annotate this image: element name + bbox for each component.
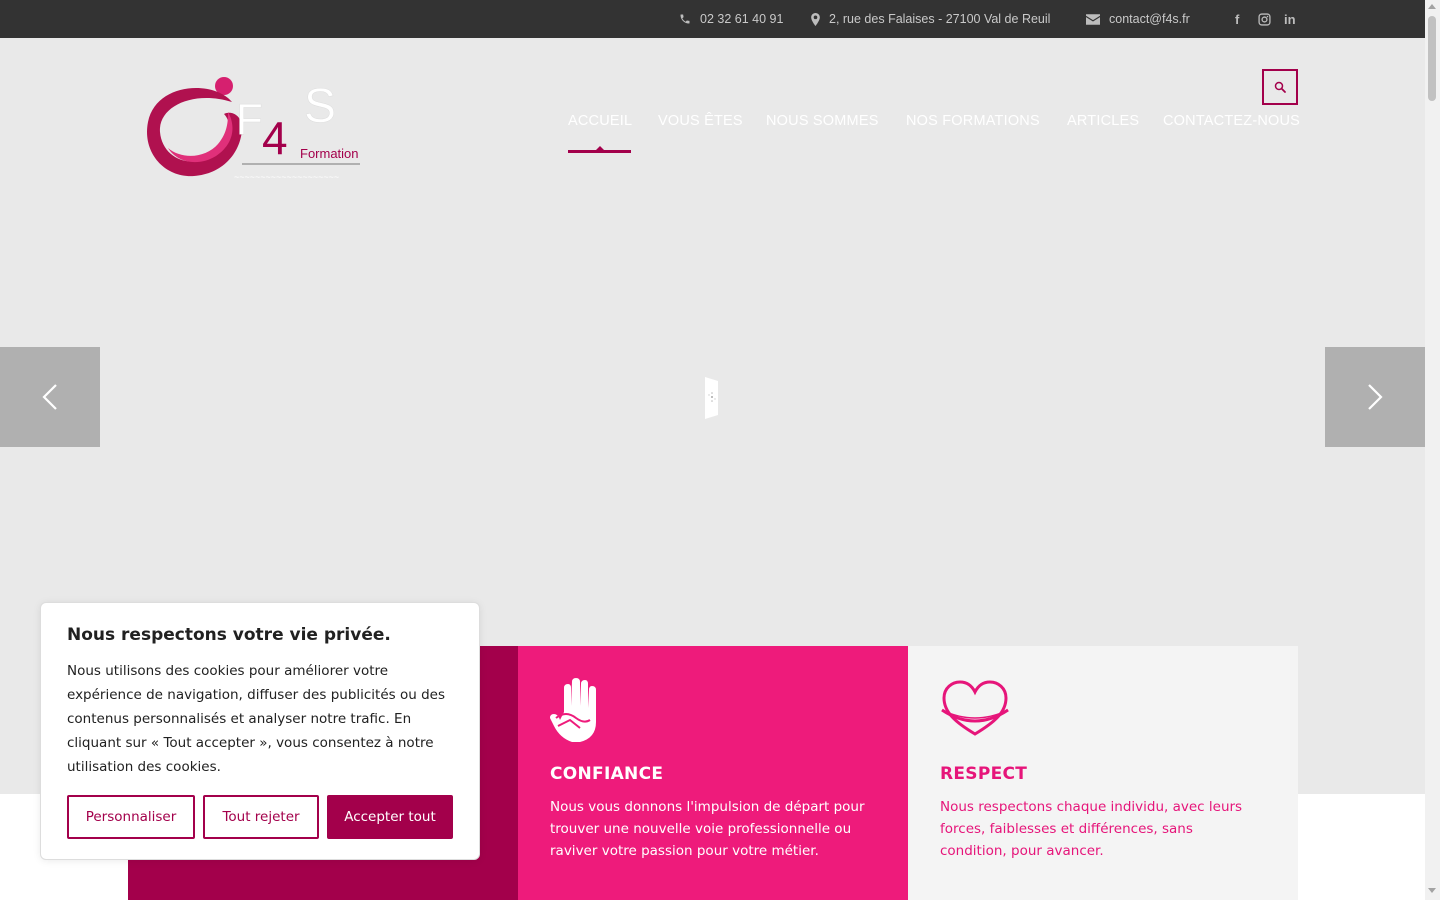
chevron-right-icon <box>1368 384 1383 410</box>
linkedin-icon: in <box>1284 11 1296 27</box>
phone-link[interactable]: 02 32 61 40 91 <box>679 0 783 38</box>
hands-icon <box>550 678 600 748</box>
nav-articles[interactable]: ARTICLES <box>1067 113 1139 129</box>
envelope-icon <box>1086 13 1100 25</box>
cookie-title: Nous respectons votre vie privée. <box>67 625 391 645</box>
feature-box-confiance: CONFIANCE Nous vous donnons l'impulsion … <box>518 646 908 900</box>
top-bar: 02 32 61 40 91 2, rue des Falaises - 271… <box>0 0 1425 38</box>
loading-spinner-icon <box>705 377 718 419</box>
slider-loader <box>703 375 720 421</box>
svg-text:F: F <box>236 95 263 144</box>
nav-active-underline <box>568 150 631 153</box>
feature-title: RESPECT <box>940 764 1028 784</box>
linkedin-link[interactable]: in <box>1284 0 1296 38</box>
instagram-icon <box>1258 12 1271 26</box>
page-scrollbar[interactable] <box>1425 0 1440 900</box>
scroll-up-icon[interactable] <box>1428 4 1436 9</box>
nav-vous-etes[interactable]: VOUS ÊTES <box>658 113 743 129</box>
facebook-link[interactable]: f <box>1235 0 1239 38</box>
phone-number: 02 32 61 40 91 <box>700 12 784 26</box>
scroll-down-icon[interactable] <box>1428 888 1436 893</box>
cookie-text: Nous utilisons des cookies pour améliore… <box>67 663 445 775</box>
customize-cookies-button[interactable]: Personnaliser <box>67 795 195 839</box>
feature-text: Nous respectons chaque individu, avec le… <box>940 799 1243 859</box>
email-text: contact@f4s.fr <box>1109 12 1190 26</box>
nav-nos-formations[interactable]: NOS FORMATIONS <box>906 113 1040 129</box>
feature-text: Nous vous donnons l'impulsion de départ … <box>550 799 865 859</box>
cookie-consent-banner: Nous respectons votre vie privée. Nous u… <box>40 602 480 860</box>
search-icon <box>1274 81 1286 93</box>
nav-nous-sommes[interactable]: NOUS SOMMES <box>766 113 879 129</box>
heart-icon <box>940 678 1010 744</box>
email-link[interactable]: contact@f4s.fr <box>1086 0 1190 38</box>
accept-cookies-button[interactable]: Accepter tout <box>327 795 453 839</box>
slider-next-button[interactable] <box>1325 347 1425 447</box>
feature-title: CONFIANCE <box>550 764 664 784</box>
f4s-logo-icon: F 4 S Formation ~~~~~~~~~~~~~~~~~~~~ <box>147 77 360 182</box>
map-marker-icon <box>811 12 820 26</box>
phone-icon <box>680 14 690 24</box>
svg-text:4: 4 <box>262 112 288 164</box>
nav-contactez-nous[interactable]: CONTACTEZ-NOUS <box>1163 113 1300 129</box>
reject-cookies-button[interactable]: Tout rejeter <box>203 795 319 839</box>
feature-box-respect: RESPECT Nous respectons chaque individu,… <box>908 646 1298 900</box>
facebook-icon: f <box>1235 11 1240 27</box>
instagram-link[interactable] <box>1258 0 1271 38</box>
address-text: 2, rue des Falaises - 27100 Val de Reuil <box>829 12 1051 26</box>
svg-text:S: S <box>304 80 336 133</box>
chevron-left-icon <box>42 384 57 410</box>
site-logo[interactable]: F 4 S Formation ~~~~~~~~~~~~~~~~~~~~ <box>144 72 366 184</box>
slider-prev-button[interactable] <box>0 347 100 447</box>
scrollbar-thumb[interactable] <box>1428 16 1436 101</box>
svg-text:~~~~~~~~~~~~~~~~~~~~: ~~~~~~~~~~~~~~~~~~~~ <box>234 172 339 182</box>
address-link[interactable]: 2, rue des Falaises - 27100 Val de Reuil <box>811 0 1050 38</box>
nav-accueil[interactable]: ACCUEIL <box>568 113 632 129</box>
logo-formation-text: Formation <box>300 146 359 161</box>
search-button[interactable] <box>1262 69 1298 105</box>
